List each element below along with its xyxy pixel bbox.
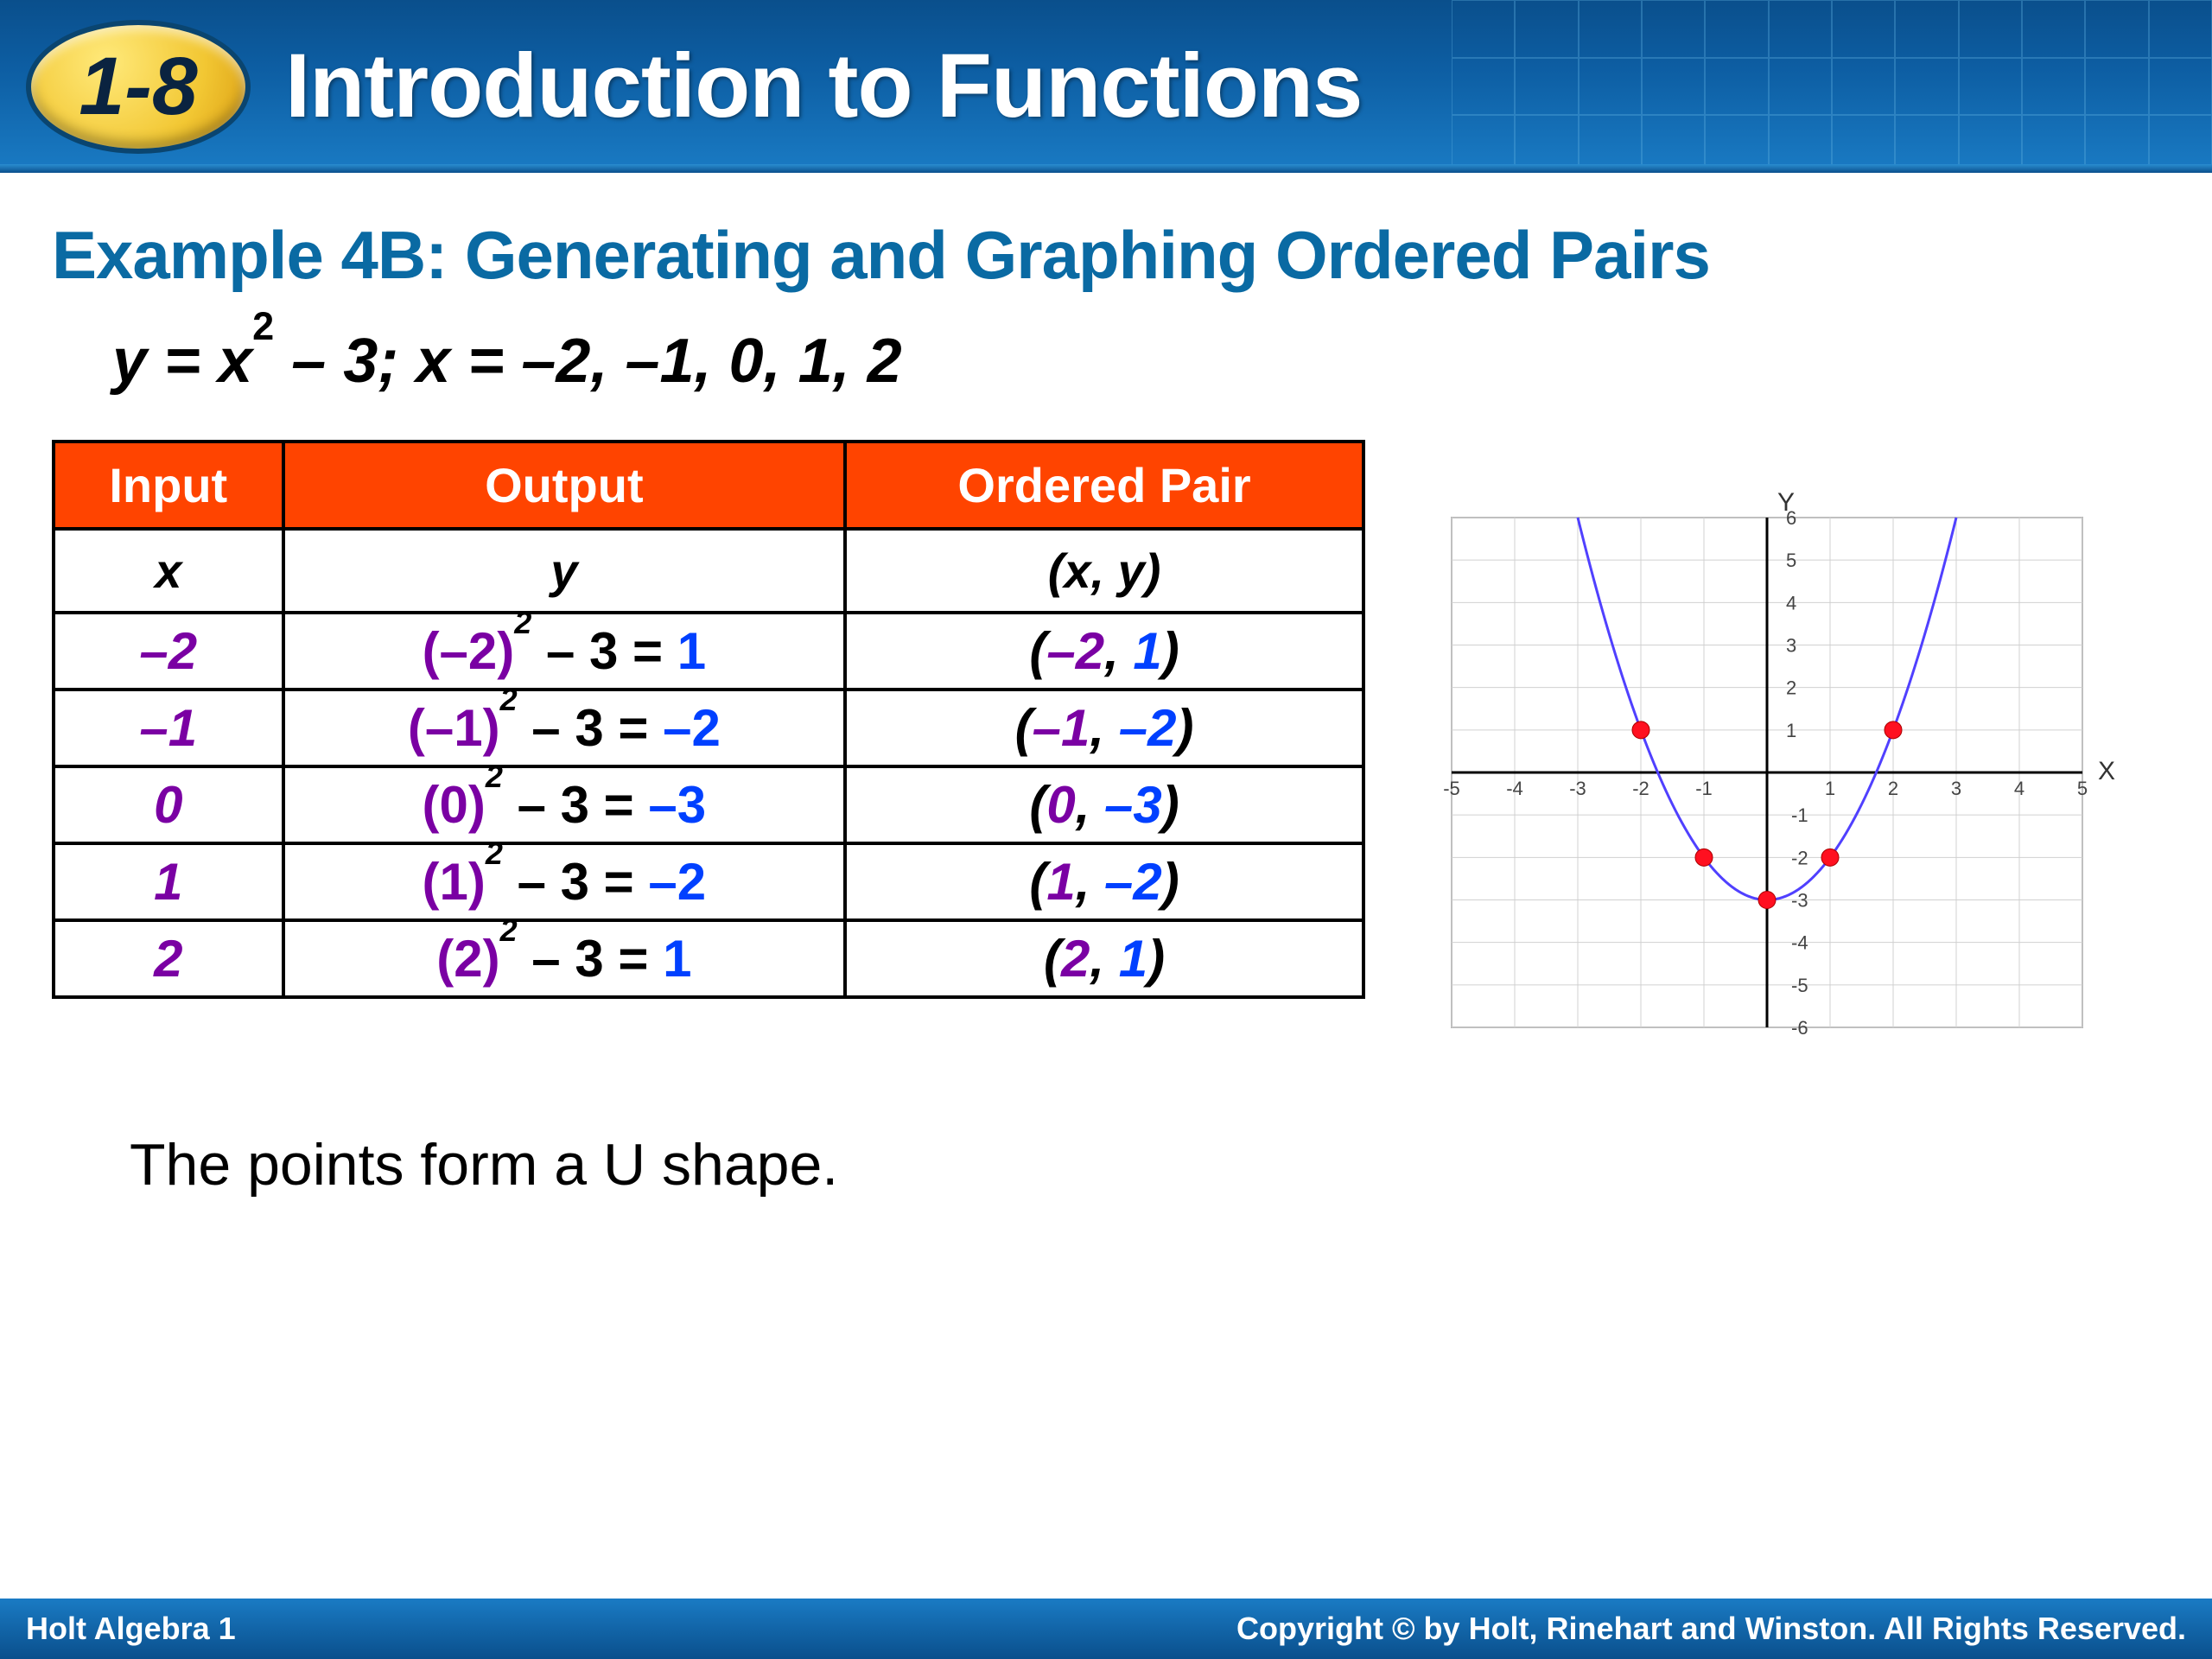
cell-output: (–2)2 – 3 = 1 [283, 613, 846, 690]
chart-svg: -5-4-3-2-112345-6-5-4-3-2-1123456XY [1408, 474, 2126, 1071]
slide: 1-8 Introduction to Functions Example 4B… [0, 0, 2212, 1659]
svg-text:-3: -3 [1569, 778, 1586, 799]
cell-input: 2 [54, 920, 283, 997]
cell-output: (0)2 – 3 = –3 [283, 766, 846, 843]
svg-text:1: 1 [1825, 778, 1835, 799]
svg-text:5: 5 [1786, 550, 1796, 571]
shape-note: The points form a U shape. [130, 1131, 2160, 1198]
svg-text:-5: -5 [1791, 975, 1808, 996]
svg-text:3: 3 [1951, 778, 1961, 799]
header-banner: 1-8 Introduction to Functions [0, 0, 2212, 173]
footer-copyright: Copyright © by Holt, Rinehart and Winsto… [1236, 1611, 2186, 1647]
svg-text:-1: -1 [1695, 778, 1713, 799]
example-title: Example 4B: Generating and Graphing Orde… [52, 216, 2160, 295]
cell-output: (2)2 – 3 = 1 [283, 920, 846, 997]
svg-text:-2: -2 [1632, 778, 1649, 799]
cell-pair: (2, 1) [845, 920, 1363, 997]
table-body: –2(–2)2 – 3 = 1(–2, 1)–1(–1)2 – 3 = –2(–… [54, 613, 1363, 997]
cell-output: (–1)2 – 3 = –2 [283, 690, 846, 766]
parabola-chart: -5-4-3-2-112345-6-5-4-3-2-1123456XY [1408, 474, 2126, 1071]
footer-bar: Holt Algebra 1 Copyright © by Holt, Rine… [0, 1599, 2212, 1659]
banner-grid-decoration [1452, 0, 2212, 173]
sub-x: x [54, 529, 283, 613]
svg-text:-2: -2 [1791, 847, 1808, 868]
table-row: 0(0)2 – 3 = –3(0, –3) [54, 766, 1363, 843]
banner-title: Introduction to Functions [285, 35, 1362, 138]
cell-input: 0 [54, 766, 283, 843]
cell-pair: (–1, –2) [845, 690, 1363, 766]
cell-pair: (1, –2) [845, 843, 1363, 920]
cell-pair: (0, –3) [845, 766, 1363, 843]
equation: y = x2 – 3; x = –2, –1, 0, 1, 2 [112, 325, 2160, 397]
svg-text:4: 4 [1786, 592, 1796, 613]
svg-text:5: 5 [2077, 778, 2088, 799]
svg-text:Y: Y [1777, 488, 1795, 517]
sub-pair: (x, y) [845, 529, 1363, 613]
cell-input: –1 [54, 690, 283, 766]
svg-text:-4: -4 [1791, 932, 1808, 954]
cell-input: 1 [54, 843, 283, 920]
table-row: 1(1)2 – 3 = –2(1, –2) [54, 843, 1363, 920]
sub-y: y [283, 529, 846, 613]
cell-input: –2 [54, 613, 283, 690]
table-row: –2(–2)2 – 3 = 1(–2, 1) [54, 613, 1363, 690]
svg-text:-1: -1 [1791, 804, 1808, 826]
th-input: Input [54, 442, 283, 529]
svg-text:-5: -5 [1443, 778, 1460, 799]
th-pair: Ordered Pair [845, 442, 1363, 529]
table-row: 2(2)2 – 3 = 1(2, 1) [54, 920, 1363, 997]
cell-pair: (–2, 1) [845, 613, 1363, 690]
table-header-row: Input Output Ordered Pair [54, 442, 1363, 529]
cell-output: (1)2 – 3 = –2 [283, 843, 846, 920]
svg-text:2: 2 [1786, 677, 1796, 699]
svg-text:-4: -4 [1506, 778, 1523, 799]
footer-book: Holt Algebra 1 [26, 1611, 236, 1647]
th-output: Output [283, 442, 846, 529]
svg-text:-6: -6 [1791, 1017, 1808, 1039]
table-subhead-row: x y (x, y) [54, 529, 1363, 613]
svg-text:4: 4 [2014, 778, 2024, 799]
svg-text:1: 1 [1786, 720, 1796, 741]
table-row: –1(–1)2 – 3 = –2(–1, –2) [54, 690, 1363, 766]
content-area: Example 4B: Generating and Graphing Orde… [0, 173, 2212, 1198]
section-badge: 1-8 [26, 20, 251, 154]
main-row: Input Output Ordered Pair x y (x, y) –2(… [52, 440, 2160, 1071]
svg-text:2: 2 [1888, 778, 1898, 799]
svg-text:3: 3 [1786, 635, 1796, 657]
section-number: 1-8 [79, 40, 197, 134]
banner-divider [0, 164, 2212, 173]
svg-text:X: X [2098, 757, 2115, 785]
data-table: Input Output Ordered Pair x y (x, y) –2(… [52, 440, 1365, 999]
